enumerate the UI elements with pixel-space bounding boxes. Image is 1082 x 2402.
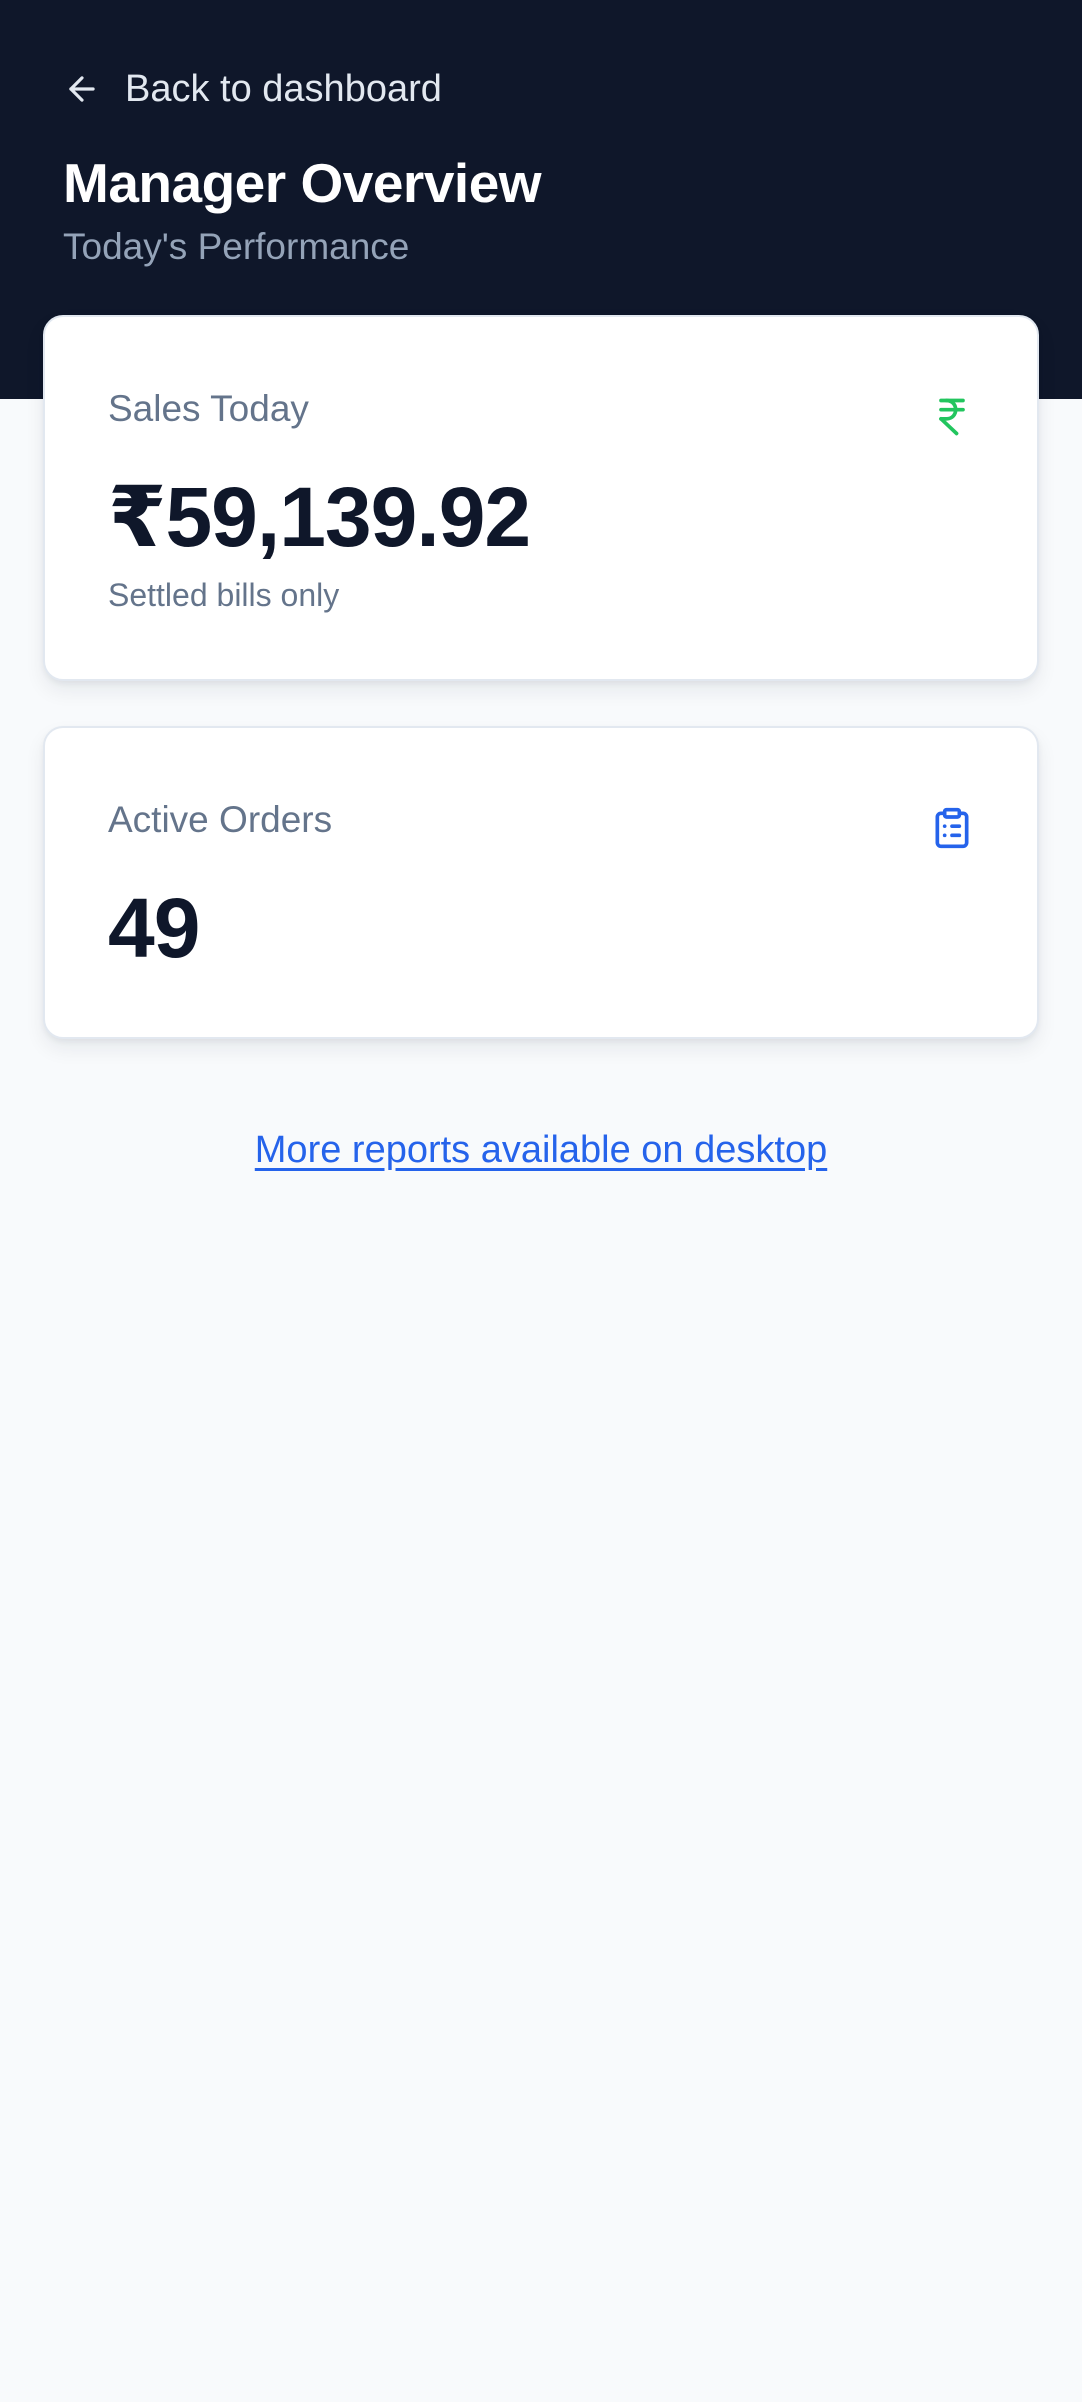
back-to-dashboard-link[interactable]: Back to dashboard [63,64,442,114]
sales-today-note: Settled bills only [108,577,340,613]
active-orders-value: 49 [108,881,200,975]
rupee-icon [939,398,965,436]
sales-today-value: ₹59,139.92 [108,470,531,564]
clipboard-list-icon [935,807,969,849]
active-orders-label: Active Orders [108,799,333,840]
active-orders-card: Active Orders 49 [43,726,1039,1039]
back-link-label: Back to dashboard [125,68,442,110]
arrow-left-icon [69,76,95,102]
sales-today-label: Sales Today [108,388,309,429]
page-subtitle: Today's Performance [63,226,410,267]
page-title: Manager Overview [63,152,542,214]
sales-today-card: Sales Today ₹59,139.92 Settled bills onl… [43,315,1039,681]
more-reports-link[interactable]: More reports available on desktop [0,1122,1082,1178]
